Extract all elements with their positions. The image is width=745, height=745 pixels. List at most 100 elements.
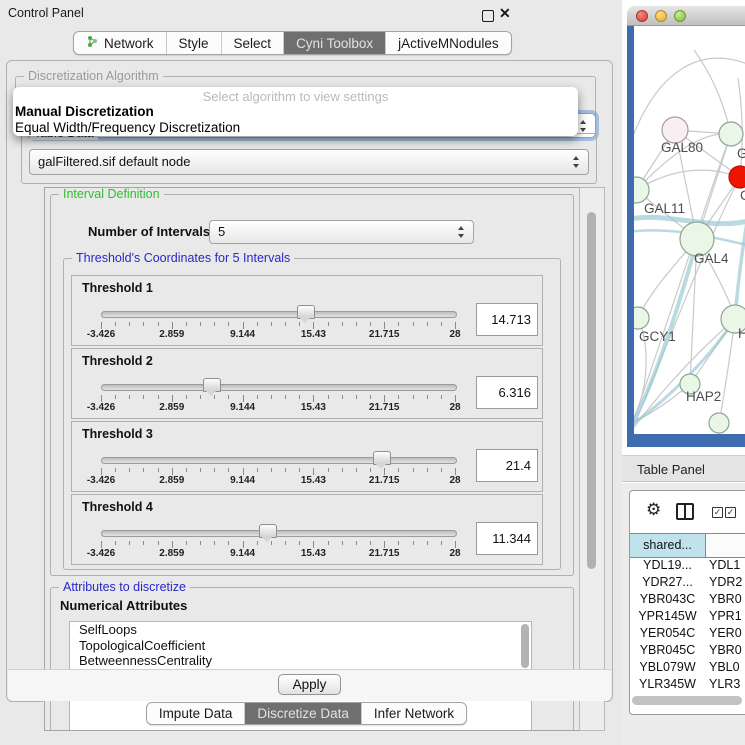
tab-network[interactable]: Network [74, 32, 166, 54]
number-of-intervals-combobox[interactable]: 5 [209, 220, 474, 244]
list-scrollbar-thumb[interactable] [521, 624, 529, 668]
close-icon[interactable]: ✕ [499, 5, 511, 22]
table-data-combobox[interactable]: galFiltered.sif default node [29, 149, 589, 175]
table-row[interactable]: YDL19...YDL1 [630, 557, 745, 574]
slider-tick [200, 395, 201, 399]
node-gcy1[interactable] [634, 307, 649, 329]
threshold-value-field[interactable]: 11.344 [476, 522, 538, 555]
threshold-value-field[interactable]: 21.4 [476, 449, 538, 482]
slider-tick [370, 322, 371, 326]
checkbox-icon[interactable]: ✓ [725, 507, 736, 518]
slider-tick-label: 28 [449, 402, 460, 413]
apply-button[interactable]: Apply [278, 674, 342, 695]
cell-shared-name: YDR27... [630, 574, 705, 591]
tab-label: Style [179, 36, 209, 51]
scrollbar-thumb[interactable] [587, 212, 596, 569]
column-header-shared-name[interactable]: shared... [630, 534, 706, 557]
network-window-titlebar[interactable] [627, 6, 745, 26]
number-of-intervals-label: Number of Intervals [88, 224, 210, 239]
node-selected-red[interactable] [729, 166, 745, 188]
network-graph[interactable]: GAL80 GA C GAL11 GAL4 GCY1 H HAP2 [634, 26, 745, 434]
slider-tick [214, 468, 215, 472]
tab-impute-data[interactable]: Impute Data [147, 703, 245, 724]
table-row[interactable]: YBR043CYBR0 [630, 591, 745, 608]
slider-track[interactable] [101, 384, 457, 391]
slider-tick [143, 322, 144, 326]
minimize-traffic-light-icon[interactable] [655, 10, 667, 22]
tab-select[interactable]: Select [221, 32, 284, 54]
top-tab-bar: Network Style Select Cyni Toolbox jActiveMNo… [73, 31, 512, 55]
slider-tick [413, 468, 414, 472]
slider-tick-label: 15.43 [301, 548, 326, 559]
slider-tick [455, 541, 456, 548]
slider-tick-label: -3.426 [87, 548, 115, 559]
slider-track[interactable] [101, 530, 457, 537]
slider-tick [143, 395, 144, 399]
cell-name: YBL0 [705, 659, 745, 676]
slider-tick [398, 395, 399, 399]
slider-tick-label: 9.144 [230, 548, 255, 559]
vertical-scrollbar[interactable] [579, 187, 605, 731]
node-bottom[interactable] [709, 413, 729, 433]
table-panel-header[interactable]: Table Panel [622, 455, 745, 482]
table-row[interactable]: YBL079WYBL0 [630, 659, 745, 676]
table-row[interactable]: YBR045CYBR0 [630, 642, 745, 659]
tab-style[interactable]: Style [166, 32, 221, 54]
table-row[interactable]: YLR345WYLR3 [630, 676, 745, 693]
slider-tick [413, 541, 414, 545]
slider-tick-label: 28 [449, 548, 460, 559]
slider-tick [101, 468, 102, 475]
tab-label: Impute Data [159, 706, 233, 721]
slider-tick [427, 541, 428, 545]
threshold-value-field[interactable]: 14.713 [476, 303, 538, 336]
slider-tick-label: 2.859 [159, 329, 184, 340]
slider-tick [257, 322, 258, 326]
column-header-name[interactable]: n [706, 534, 745, 557]
slider-tick [271, 322, 272, 326]
tab-jactivemnodules[interactable]: jActiveMNodules [385, 32, 511, 54]
slider-tick [328, 322, 329, 326]
slider-tick [101, 541, 102, 548]
slider-tick [214, 322, 215, 326]
network-canvas[interactable]: GAL80 GA C GAL11 GAL4 GCY1 H HAP2 [634, 26, 745, 434]
checkbox-icon[interactable]: ✓ [712, 507, 723, 518]
threshold-label: Threshold 4 [82, 500, 153, 514]
slider-tick [158, 322, 159, 326]
tab-infer-network[interactable]: Infer Network [361, 703, 466, 724]
apply-strip: Apply [8, 669, 611, 701]
tab-label: Cyni Toolbox [296, 36, 373, 51]
table-row[interactable]: YPR145WYPR1 [630, 608, 745, 625]
table-row[interactable]: YER054CYER0 [630, 625, 745, 642]
node-top-right[interactable] [719, 122, 743, 146]
attribute-list-item[interactable]: BetweennessCentrality [70, 653, 531, 669]
slider-thumb[interactable] [259, 524, 277, 538]
attribute-list-item[interactable]: TopologicalCoefficient [70, 638, 531, 654]
float-window-icon[interactable] [482, 10, 494, 22]
slider-tick [356, 468, 357, 472]
slider-tick [228, 468, 229, 472]
slider-track[interactable] [101, 311, 457, 318]
threshold-panel: Threshold 3-3.4262.8599.14415.4321.71528… [71, 421, 543, 492]
slider-thumb[interactable] [203, 378, 221, 392]
slider-tick-label: 21.715 [369, 548, 400, 559]
slider-track[interactable] [101, 457, 457, 464]
slider-tick-label: 2.859 [159, 402, 184, 413]
slider-thumb[interactable] [297, 305, 315, 319]
slider-tick [441, 322, 442, 326]
gear-icon[interactable]: ⚙ [646, 500, 661, 520]
close-traffic-light-icon[interactable] [636, 10, 648, 22]
cell-shared-name: YDL19... [630, 557, 705, 574]
tab-discretize-data[interactable]: Discretize Data [244, 703, 361, 724]
table-toolbar: ⚙ ✓ ✓ [630, 491, 745, 533]
columns-icon[interactable] [676, 503, 694, 520]
horizontal-scrollbar-thumb[interactable] [632, 696, 742, 705]
tab-cyni-toolbox[interactable]: Cyni Toolbox [283, 32, 385, 54]
threshold-value-field[interactable]: 6.316 [476, 376, 538, 409]
slider-thumb[interactable] [373, 451, 391, 465]
zoom-traffic-light-icon[interactable] [674, 10, 686, 22]
table-row[interactable]: YDR27...YDR2 [630, 574, 745, 591]
popup-option[interactable]: Equal Width/Frequency Discretization [13, 120, 578, 136]
attribute-list-item[interactable]: SelfLoops [70, 622, 531, 638]
popup-option[interactable]: Manual Discretization [13, 104, 578, 120]
combo-value: galFiltered.sif default node [38, 150, 190, 174]
